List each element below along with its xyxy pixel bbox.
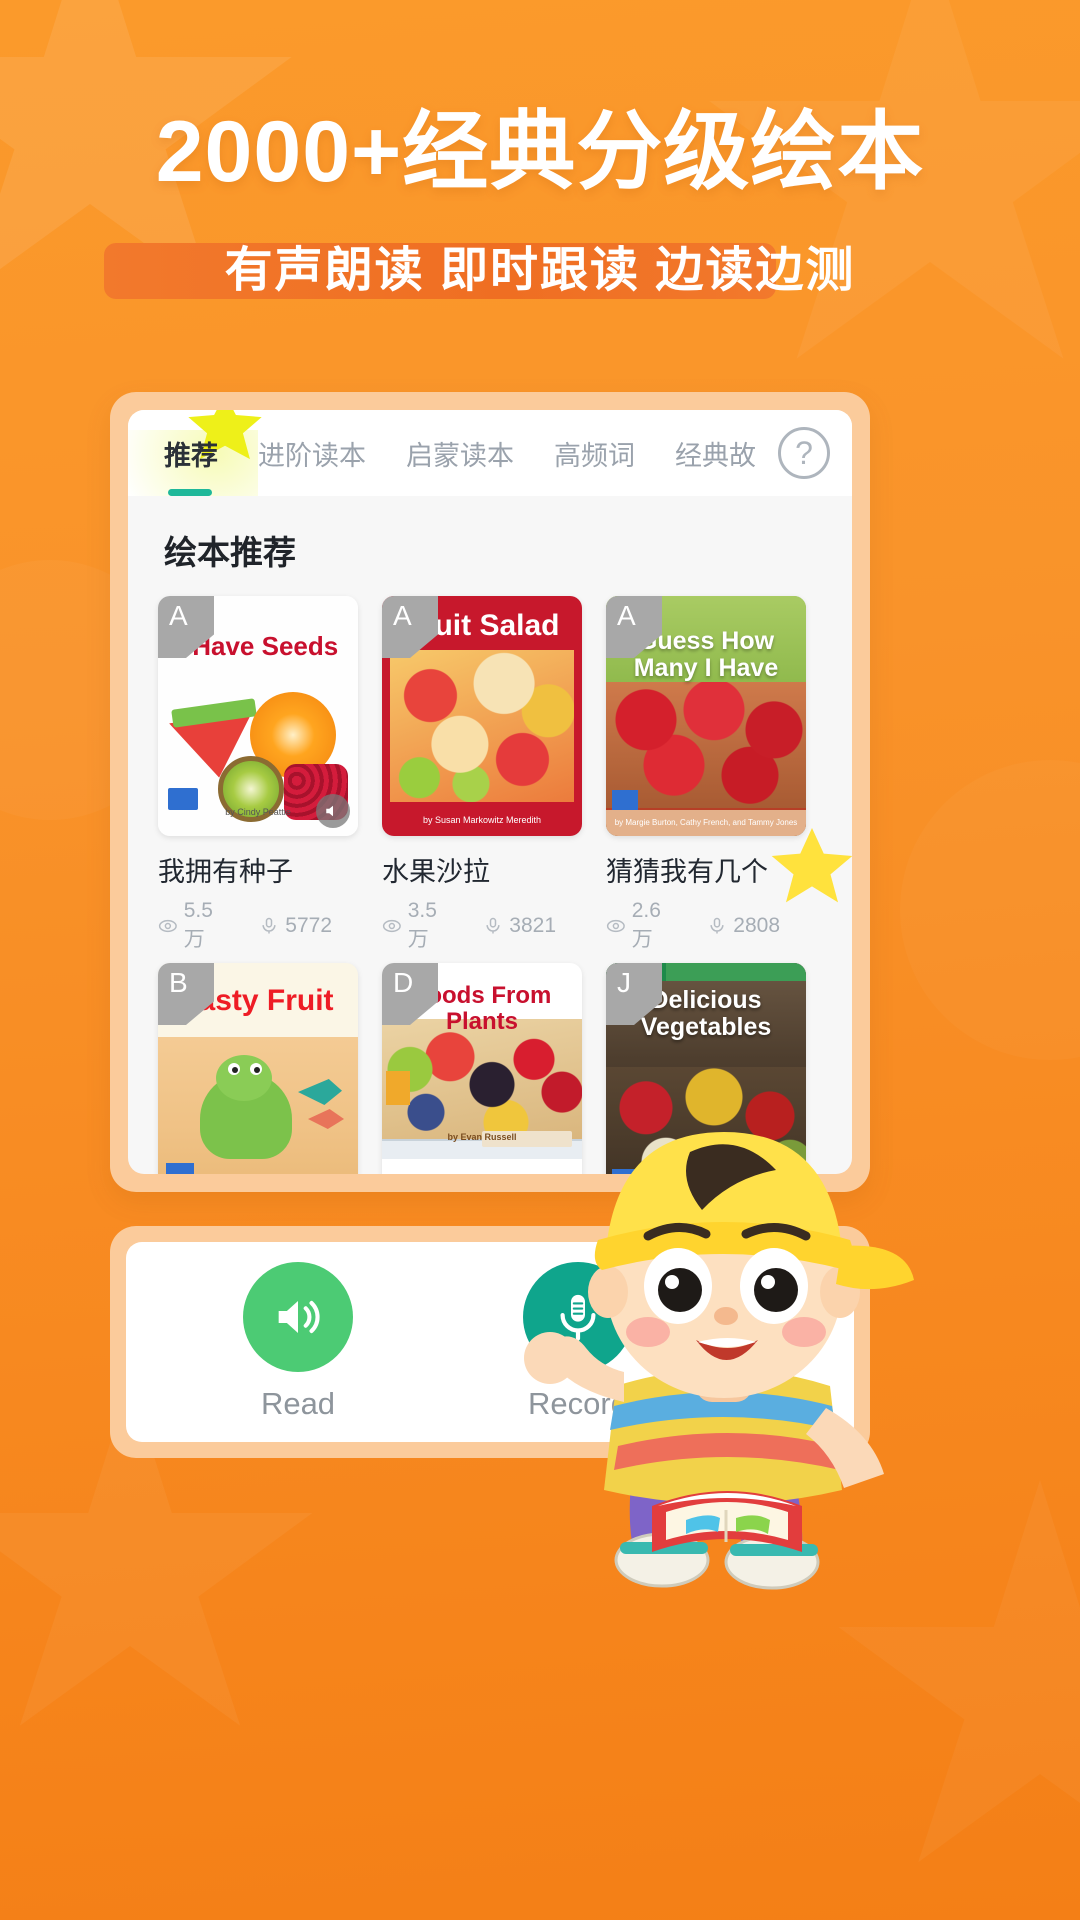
book-stats: 3.5万 3821: [382, 899, 582, 953]
book-card[interactable]: Tasty Fruit by Aria Galán • Illustrated …: [158, 963, 358, 1174]
tab-sight-words[interactable]: 高频词: [554, 434, 635, 473]
book-cover[interactable]: I Have Seeds by Cindy Peattie A: [158, 596, 358, 836]
cover-byline: by Susan Markowitz Meredith: [422, 815, 542, 826]
tab-active-indicator: [168, 489, 212, 496]
book-title: 我拥有种子: [158, 857, 293, 887]
eye-icon: [158, 919, 177, 933]
section-title: 绘本推荐: [164, 534, 296, 571]
microphone-icon: [710, 917, 724, 934]
book-cover[interactable]: Fruit Salad by Susan Markowitz Meredith …: [382, 596, 582, 836]
help-icon[interactable]: ?: [778, 427, 830, 479]
records-count: 2808: [733, 914, 780, 937]
microphone-icon: [486, 917, 500, 934]
app-screen: 推荐 进阶读本 启蒙读本 高频词 经典故 ? 绘本推荐 I Have Seeds…: [128, 410, 852, 1174]
views-count: 3.5万: [407, 899, 437, 951]
read-button-label: Read: [260, 1386, 336, 1421]
views-count: 2.6万: [631, 899, 661, 951]
records-count: 3821: [509, 914, 556, 937]
views-stat: 2.6万: [606, 899, 681, 953]
records-count: 5772: [285, 914, 332, 937]
tab-recommend[interactable]: 推荐: [164, 434, 218, 473]
book-meta: 猜猜我有几个 2.6万 2808: [606, 850, 806, 953]
mascot-boy-illustration: [524, 1132, 914, 1590]
microphone-icon: [262, 917, 276, 934]
tab-bar: 推荐 进阶读本 启蒙读本 高频词 经典故 ?: [128, 410, 852, 496]
book-row: I Have Seeds by Cindy Peattie A 我拥有种子 5.: [158, 596, 822, 953]
views-stat: 5.5万: [158, 899, 233, 953]
book-meta: 我拥有种子 5.5万 5772: [158, 850, 358, 953]
eye-icon: [606, 919, 625, 933]
book-meta: 水果沙拉 3.5万 3821: [382, 850, 582, 953]
book-stats: 2.6万 2808: [606, 899, 806, 953]
book-card[interactable]: Fruit Salad by Susan Markowitz Meredith …: [382, 596, 582, 953]
background-blob-decor: [900, 760, 1080, 1060]
records-stat: 5772: [259, 914, 332, 938]
audio-icon[interactable]: [316, 794, 350, 828]
records-stat: 3821: [483, 914, 556, 938]
tab-advanced-readers[interactable]: 进阶读本: [258, 434, 366, 473]
book-cover[interactable]: Guess How Many I Have by Margie Burton, …: [606, 596, 806, 836]
book-card[interactable]: Guess How Many I Have by Margie Burton, …: [606, 596, 806, 953]
book-title: 水果沙拉: [382, 857, 490, 887]
app-preview-card: 推荐 进阶读本 启蒙读本 高频词 经典故 ? 绘本推荐 I Have Seeds…: [110, 392, 870, 1192]
read-button-circle[interactable]: [243, 1262, 353, 1372]
cover-byline: by Margie Burton, Cathy French, and Tamm…: [614, 818, 798, 828]
views-count: 5.5万: [183, 899, 213, 951]
background-star-decor: [709, 0, 1080, 359]
hero-headline: 2000+经典分级绘本: [155, 104, 925, 200]
hero-headline-wrap: 2000+经典分级绘本: [0, 106, 1080, 199]
read-button[interactable]: Read: [218, 1262, 378, 1422]
records-stat: 2808: [707, 914, 780, 938]
views-stat: 3.5万: [382, 899, 457, 953]
content-area: 绘本推荐 I Have Seeds by Cindy Peattie A 我拥有…: [128, 526, 852, 1174]
eye-icon: [382, 919, 401, 933]
tab-beginner-readers[interactable]: 启蒙读本: [406, 434, 514, 473]
book-card[interactable]: I Have Seeds by Cindy Peattie A 我拥有种子 5.: [158, 596, 358, 953]
book-cover[interactable]: Tasty Fruit by Aria Galán • Illustrated …: [158, 963, 358, 1174]
tab-classic-stories[interactable]: 经典故: [675, 434, 756, 473]
book-stats: 5.5万 5772: [158, 899, 358, 953]
hero-subtitle: 有声朗读 即时跟读 边读边测: [224, 244, 856, 297]
speaker-icon: [278, 1300, 320, 1334]
